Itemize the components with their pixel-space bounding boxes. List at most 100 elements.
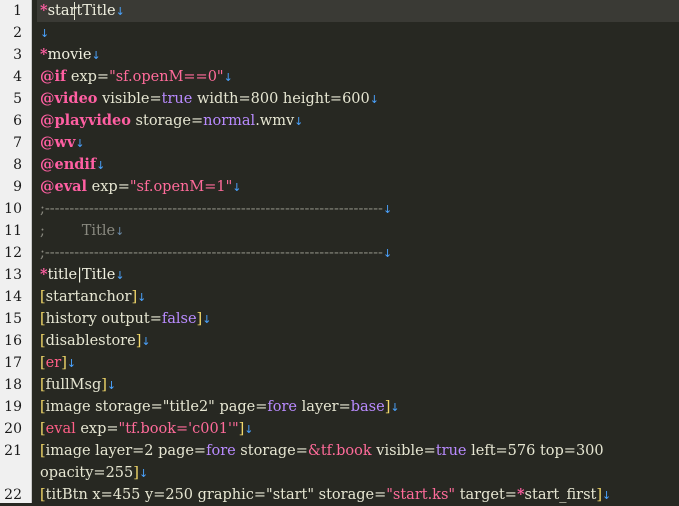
code-text[interactable]: @video visible=true width=800 height=600…	[37, 88, 679, 110]
code-token: ;---------------------------------------…	[40, 245, 383, 261]
code-line[interactable]: 14 [startanchor]↓	[0, 286, 679, 308]
code-line[interactable]: 1 *startTitle↓	[0, 0, 679, 22]
code-text[interactable]: @if exp="sf.openM==0"↓	[37, 66, 679, 88]
code-line[interactable]: 13 *title|Title↓	[0, 264, 679, 286]
newline-marker-icon: ↓	[294, 115, 304, 128]
code-token: "start.ks"	[386, 487, 456, 503]
code-token: image layer=2 page=	[45, 443, 207, 459]
code-token: movie	[47, 47, 92, 63]
code-line[interactable]: 5 @video visible=true width=800 height=60…	[0, 88, 679, 110]
code-token: true	[161, 91, 193, 107]
code-line[interactable]: 18 [fullMsg]↓	[0, 374, 679, 396]
code-token: startanchor	[45, 289, 132, 305]
code-token: left=576 top=300	[466, 443, 604, 459]
code-line[interactable]: 9 @eval exp="sf.openM=1"↓	[0, 176, 679, 198]
code-token: @eval	[40, 178, 88, 195]
newline-marker-icon: ↓	[382, 203, 393, 216]
newline-marker-icon: ↓	[390, 401, 400, 414]
code-text[interactable]: *title|Title↓	[37, 264, 679, 286]
newline-marker-icon: ↓	[66, 357, 77, 370]
newline-marker-icon: ↓	[138, 467, 149, 480]
newline-marker-icon: ↓	[115, 269, 125, 282]
code-token: =	[149, 91, 162, 107]
newline-marker-icon: ↓	[232, 181, 242, 194]
code-token: fullMsg	[45, 377, 102, 393]
code-token: &tf.book	[307, 443, 372, 459]
code-text[interactable]: *movie↓	[37, 44, 679, 66]
code-token: *	[40, 2, 48, 19]
code-text[interactable]: ;---------------------------------------…	[37, 242, 679, 264]
code-text[interactable]: [image layer=2 page=fore storage=&tf.boo…	[37, 440, 679, 462]
code-line[interactable]: opacity=255]↓	[0, 462, 679, 484]
code-token: fore	[206, 443, 236, 459]
code-line[interactable]: 7 @wv↓	[0, 132, 679, 154]
code-token: *	[40, 46, 48, 63]
line-number: 10	[4, 201, 22, 217]
code-line[interactable]: 11 ; Title↓	[0, 220, 679, 242]
code-text[interactable]: ; Title↓	[37, 220, 679, 242]
line-number: 4	[13, 69, 22, 85]
line-number: 17	[4, 355, 22, 371]
line-number: 5	[13, 91, 22, 107]
code-text[interactable]: [fullMsg]↓	[37, 374, 679, 396]
code-text[interactable]: ↓	[37, 22, 679, 44]
code-line[interactable]: 12 ;-------------------------------------…	[0, 242, 679, 264]
code-token: width	[196, 91, 239, 107]
code-text[interactable]: @playvideo storage=normal.wmv↓	[37, 110, 679, 132]
code-token: visible	[102, 91, 150, 107]
code-line[interactable]: 4 @if exp="sf.openM==0"↓	[0, 66, 679, 88]
code-line[interactable]: 21 [image layer=2 page=fore storage=&tf.b…	[0, 440, 679, 462]
code-token: er	[45, 355, 62, 371]
code-editor[interactable]: 1 *startTitle↓ 2 ↓ 3 *movie↓ 4 @if exp="sf.open…	[0, 0, 679, 503]
line-number: 3	[13, 47, 22, 63]
code-text[interactable]: [eval exp="tf.book='c001'"]↓	[37, 418, 679, 440]
code-token: height	[282, 91, 330, 107]
code-line[interactable]: 6 @playvideo storage=normal.wmv↓	[0, 110, 679, 132]
code-line[interactable]: 15 [history output=false]↓	[0, 308, 679, 330]
code-line[interactable]: 20 [eval exp="tf.book='c001'"]↓	[0, 418, 679, 440]
newline-marker-icon: ↓	[602, 489, 612, 502]
code-line[interactable]: 17 [er]↓	[0, 352, 679, 374]
code-token: @wv	[40, 134, 76, 151]
code-line[interactable]: 19 [image storage="title2" page=fore laye…	[0, 396, 679, 418]
code-token: "tf.book='c001'"	[118, 421, 239, 437]
code-token: =800	[238, 91, 283, 107]
newline-marker-icon: ↓	[96, 159, 106, 172]
code-token: @video	[40, 90, 98, 107]
code-token: ;---------------------------------------…	[40, 201, 383, 217]
code-text[interactable]: *startTitle↓	[37, 0, 679, 22]
line-number: 9	[13, 179, 22, 195]
code-lines[interactable]: 1 *startTitle↓ 2 ↓ 3 *movie↓ 4 @if exp="sf.open…	[0, 0, 679, 506]
code-token: true	[435, 443, 467, 459]
newline-marker-icon: ↓	[382, 247, 393, 260]
newline-marker-icon: ↓	[106, 379, 117, 392]
code-line[interactable]: 8 @endif↓	[0, 154, 679, 176]
code-text[interactable]: [history output=false]↓	[37, 308, 679, 330]
newline-marker-icon: ↓	[115, 225, 125, 238]
code-token: title|Title	[47, 267, 116, 283]
code-text[interactable]: opacity=255]↓	[37, 462, 679, 484]
code-line[interactable]: 10 ;-------------------------------------…	[0, 198, 679, 220]
line-number: 19	[4, 399, 22, 415]
newline-marker-icon: ↓	[75, 137, 85, 150]
code-token: exp=	[75, 421, 119, 437]
line-number: 18	[4, 377, 22, 393]
code-token: "sf.openM==0"	[109, 69, 224, 85]
code-text[interactable]: @wv↓	[37, 132, 679, 154]
code-text[interactable]: [er]↓	[37, 352, 679, 374]
code-token: start_first	[524, 487, 597, 503]
code-text[interactable]: @eval exp="sf.openM=1"↓	[37, 176, 679, 198]
code-line[interactable]: 16 [disablestore]↓	[0, 330, 679, 352]
newline-marker-icon: ↓	[244, 423, 254, 436]
line-number: 1	[13, 3, 22, 19]
code-text[interactable]: @endif↓	[37, 154, 679, 176]
newline-marker-icon: ↓	[223, 71, 233, 84]
code-token: =	[117, 179, 130, 195]
code-text[interactable]: [image storage="title2" page=fore layer=…	[37, 396, 679, 418]
code-text[interactable]: ;---------------------------------------…	[37, 198, 679, 220]
code-token: layer=	[297, 399, 351, 415]
code-line[interactable]: 2 ↓	[0, 22, 679, 44]
code-text[interactable]: [disablestore]↓	[37, 330, 679, 352]
code-text[interactable]: [startanchor]↓	[37, 286, 679, 308]
code-line[interactable]: 3 *movie↓	[0, 44, 679, 66]
